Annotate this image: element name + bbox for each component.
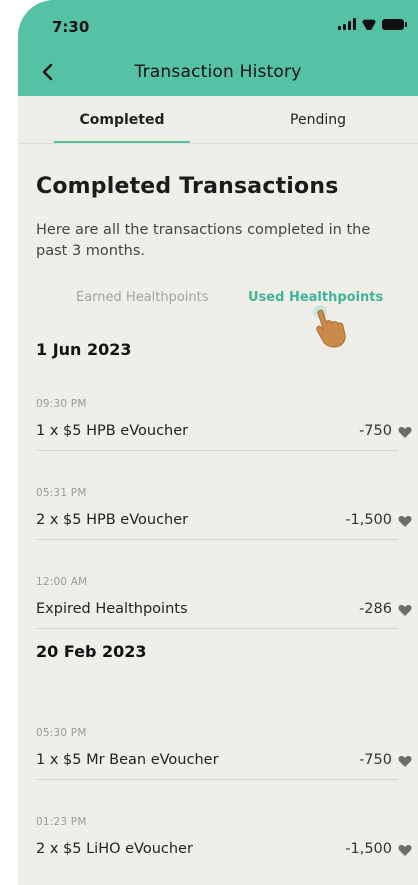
divider bbox=[36, 539, 398, 540]
phone-screen: 7:30 Transaction History Completed Pendi… bbox=[18, 0, 418, 885]
transaction-time: 01:23 PM bbox=[36, 816, 87, 828]
transaction-points: -286 bbox=[359, 601, 392, 617]
heart-icon bbox=[398, 516, 412, 527]
date-header: 20 Feb 2023 bbox=[36, 642, 147, 661]
app-header: Transaction History bbox=[18, 48, 418, 96]
transaction-points: -750 bbox=[359, 752, 392, 768]
transaction-points: -750 bbox=[359, 423, 392, 439]
heart-icon bbox=[398, 427, 412, 438]
heart-icon bbox=[398, 756, 412, 767]
transaction-time: 09:30 PM bbox=[36, 398, 87, 410]
tab-completed[interactable]: Completed bbox=[22, 96, 222, 144]
wifi-icon bbox=[361, 18, 377, 30]
page-title: Completed Transactions bbox=[36, 174, 339, 199]
transaction-title: 1 x $5 HPB eVoucher bbox=[36, 423, 189, 439]
filter-earned-healthpoints[interactable]: Earned Healthpoints bbox=[76, 290, 209, 305]
signal-icon bbox=[338, 18, 356, 30]
header-title: Transaction History bbox=[134, 62, 302, 82]
status-time: 7:30 bbox=[52, 18, 90, 36]
transaction-points: -1,500 bbox=[345, 512, 392, 528]
heart-icon bbox=[398, 845, 412, 856]
divider bbox=[36, 628, 398, 629]
divider bbox=[36, 450, 398, 451]
transaction-title: 2 x $5 HPB eVoucher bbox=[36, 512, 189, 528]
battery-icon bbox=[382, 18, 407, 30]
divider bbox=[36, 779, 398, 780]
transaction-title: Expired Healthpoints bbox=[36, 601, 188, 617]
page-subtitle: Here are all the transactions completed … bbox=[36, 222, 371, 259]
status-bar: 7:30 bbox=[18, 0, 418, 48]
transaction-title: 1 x $5 Mr Bean eVoucher bbox=[36, 752, 219, 768]
transaction-points: -1,500 bbox=[345, 841, 392, 857]
active-tab-indicator bbox=[54, 141, 190, 143]
transaction-title: 2 x $5 LiHO eVoucher bbox=[36, 841, 193, 857]
transaction-time: 12:00 AM bbox=[36, 576, 88, 588]
transaction-time: 05:31 PM bbox=[36, 487, 87, 499]
tab-pending[interactable]: Pending bbox=[218, 96, 418, 144]
heart-icon bbox=[398, 605, 412, 616]
tab-bar: Completed Pending bbox=[18, 96, 418, 144]
transaction-time: 05:30 PM bbox=[36, 727, 87, 739]
date-header: 1 Jun 2023 bbox=[36, 340, 132, 359]
hand-pointer-icon bbox=[313, 305, 346, 348]
status-icons bbox=[338, 18, 407, 30]
